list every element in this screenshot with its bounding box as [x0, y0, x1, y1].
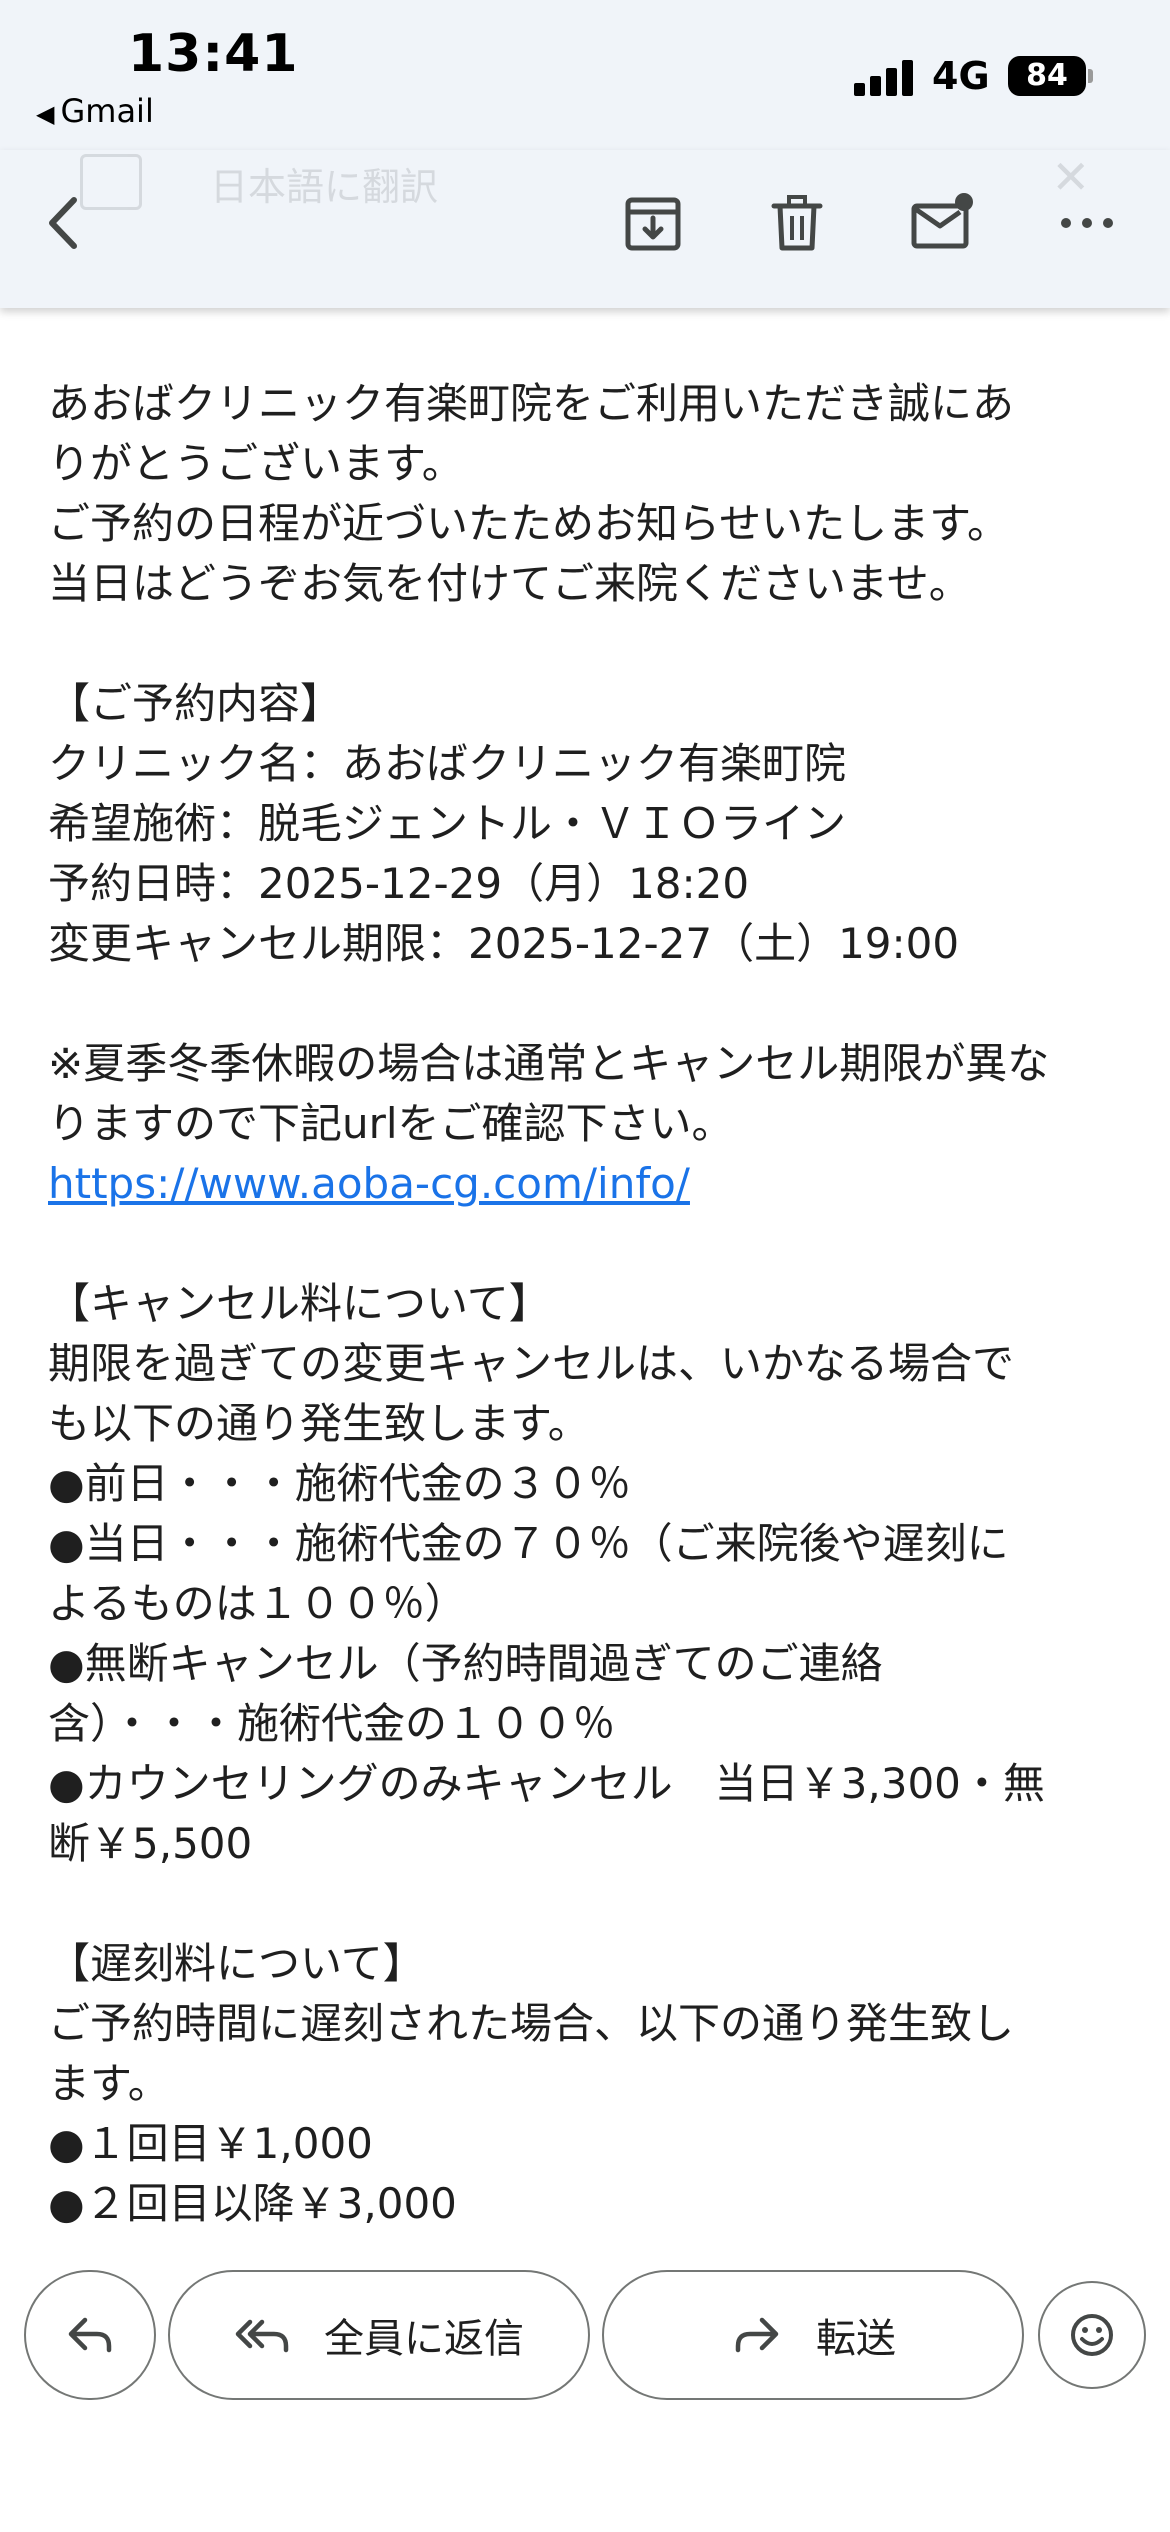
body-line: あおばクリニック有楽町院をご利用いただき誠にあ [48, 379, 1015, 428]
reservation-heading: 【ご予約内容】 [48, 679, 343, 728]
treatment: 希望施術：脱毛ジェントル・ＶＩＯライン [48, 799, 847, 848]
body-line: ご予約の日程が近づいたためお知らせいたします。 [48, 499, 1009, 548]
cancel-fee-heading: 【キャンセル料について】 [48, 1279, 551, 1328]
info-link[interactable]: https://www.aoba-cg.com/info/ [48, 1159, 690, 1208]
email-body: あおばクリニック有楽町院をご利用いただき誠にあ りがとうございます。 ご予約の日… [48, 374, 1128, 2234]
back-to-app-link[interactable]: ◀ Gmail [36, 92, 154, 130]
status-bar: 13:41 ◀ Gmail 4G 84 [0, 0, 1170, 150]
archive-icon[interactable] [618, 188, 688, 258]
reply-all-label: 全員に返信 [324, 2316, 524, 2362]
body-line: 期限を過ぎての変更キャンセルは、いかなる場合で [48, 1339, 1015, 1388]
reply-all-icon [235, 2319, 289, 2353]
forward-label: 転送 [816, 2316, 896, 2362]
body-line: よるものは１００％） [48, 1579, 467, 1628]
back-app-label: Gmail [60, 92, 154, 130]
body-line: ●１回目￥1,000 [48, 2119, 373, 2168]
reply-all-button[interactable]: 全員に返信 [168, 2270, 590, 2400]
body-line: ●無断キャンセル（予約時間過ぎてのご連絡 [48, 1639, 883, 1688]
body-line: 断￥5,500 [48, 1819, 253, 1868]
trash-icon[interactable] [762, 188, 832, 258]
body-line: も以下の通り発生致します。 [48, 1399, 590, 1448]
battery-cap [1088, 69, 1093, 83]
translate-label: 日本語に翻訳 [210, 165, 439, 209]
forward-icon [735, 2317, 779, 2353]
body-line: ●２回目以降￥3,000 [48, 2179, 457, 2228]
reservation-datetime: 予約日時：2025-12-29（月）18:20 [48, 859, 750, 908]
body-line: りがとうございます。 [48, 439, 464, 488]
reply-icon [68, 2317, 112, 2353]
smiley-icon [1071, 2314, 1113, 2356]
status-time: 13:41 [128, 24, 299, 84]
reply-button[interactable] [24, 2270, 156, 2400]
clinic-name: クリニック名：あおばクリニック有楽町院 [48, 739, 847, 788]
mark-unread-icon[interactable] [906, 188, 976, 258]
cellular-signal-icon [854, 58, 916, 96]
body-line: ※夏季冬季休暇の場合は通常とキャンセル期限が異な [48, 1039, 1050, 1088]
body-line: ●カウンセリングのみキャンセル 当日￥3,300・無 [48, 1759, 1045, 1808]
forward-button[interactable]: 転送 [602, 2270, 1024, 2400]
body-line: ご予約時間に遅刻された場合、以下の通り発生致し [48, 1999, 1015, 2048]
battery-icon: 84 [1008, 56, 1086, 96]
email-toolbar: 日本語に翻訳 ✕ [0, 150, 1170, 308]
info-link-line: https://www.aoba-cg.com/info/ [48, 1154, 1128, 1214]
body-line: りますので下記urlをご確認下さい。 [48, 1099, 734, 1148]
more-options-icon[interactable] [1052, 188, 1122, 258]
cancel-deadline: 変更キャンセル期限：2025-12-27（土）19:00 [48, 919, 960, 968]
back-triangle-icon: ◀ [36, 100, 55, 128]
body-line: ●前日・・・施術代金の３０％ [48, 1459, 631, 1508]
body-line: 当日はどうぞお気を付けてご来院くださいませ。 [48, 559, 971, 608]
emoji-reaction-button[interactable] [1038, 2281, 1146, 2389]
network-type: 4G [932, 54, 990, 98]
body-line: ●当日・・・施術代金の７０％（ご来院後や遅刻に [48, 1519, 1009, 1568]
body-line: 含）・・・施術代金の１００％ [48, 1699, 616, 1748]
late-fee-heading: 【遅刻料について】 [48, 1939, 425, 1988]
body-line: ます。 [48, 2059, 170, 2108]
back-arrow-icon[interactable] [30, 188, 100, 258]
reply-actions: 全員に返信 転送 [0, 2270, 1170, 2404]
